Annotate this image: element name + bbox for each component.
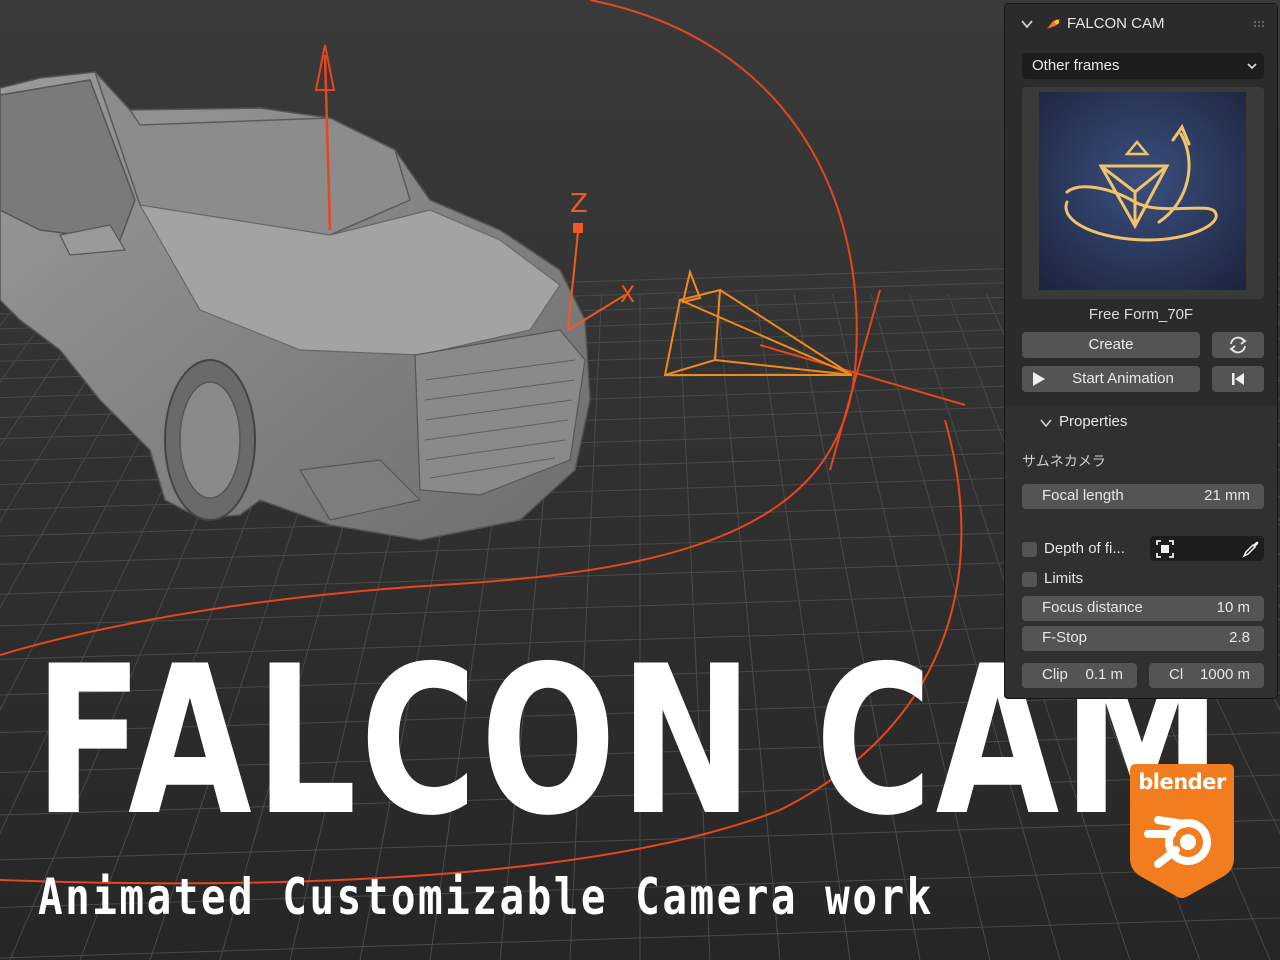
thumbnail-camera-label: サムネカメラ [1022, 453, 1106, 469]
create-button-label: Create [1088, 336, 1134, 353]
play-icon [1033, 372, 1045, 386]
clip-start-field[interactable]: Clip 0.1 m [1022, 663, 1137, 688]
chevron-down-icon [1040, 419, 1052, 428]
start-animation-button[interactable]: Start Animation [1022, 366, 1200, 392]
jump-to-start-button[interactable] [1212, 366, 1264, 392]
properties-body [1005, 440, 1277, 698]
chevron-down-icon [1247, 63, 1257, 70]
car-wheel-rim [179, 381, 241, 499]
f-stop-label: F-Stop [1042, 629, 1088, 646]
start-animation-label: Start Animation [1072, 370, 1174, 387]
focus-distance-field[interactable]: Focus distance 10 m [1022, 596, 1264, 621]
properties-label: Properties [1059, 413, 1128, 430]
jump-to-start-icon [1232, 373, 1244, 385]
clip-start-label: Clip [1042, 666, 1068, 683]
hero-subtitle: Animated Customizable Camera work [38, 868, 934, 926]
f-stop-value: 2.8 [1229, 629, 1250, 646]
f-stop-field[interactable]: F-Stop 2.8 [1022, 626, 1264, 651]
focal-length-field[interactable]: Focal length 21 mm [1022, 484, 1264, 509]
drag-grip-icon[interactable] [1253, 20, 1267, 28]
camera-path-preview-icon [1039, 92, 1246, 290]
gizmo-z-label: Z [570, 189, 588, 219]
preview-thumbnail-frame[interactable] [1022, 87, 1264, 299]
focal-length-value: 21 mm [1204, 487, 1250, 504]
blender-wordmark: blender [1138, 770, 1226, 794]
focus-distance-label: Focus distance [1042, 599, 1143, 616]
depth-of-field-label: Depth of fi... [1044, 540, 1125, 557]
focus-target-icon [1156, 540, 1174, 558]
preset-dropdown-value: Other frames [1032, 57, 1120, 74]
blender-badge: blender [1128, 762, 1236, 900]
falcon-cam-panel: FALCON CAM Other frames Free Form_70F Cr… [1004, 3, 1278, 699]
clip-start-value: 0.1 m [1085, 666, 1123, 683]
preset-dropdown[interactable]: Other frames [1022, 53, 1264, 79]
clip-end-value: 1000 m [1199, 666, 1250, 683]
focus-object-field[interactable] [1150, 536, 1264, 561]
limits-label: Limits [1044, 570, 1084, 587]
limits-checkbox[interactable] [1022, 572, 1037, 587]
gizmo-z-handle [573, 223, 583, 233]
depth-of-field-checkbox[interactable] [1022, 542, 1037, 557]
chevron-down-icon[interactable] [1019, 16, 1035, 32]
clip-end-field[interactable]: Cl 1000 m [1149, 663, 1264, 688]
refresh-icon [1229, 336, 1247, 354]
panel-header[interactable]: FALCON CAM [1005, 4, 1277, 44]
properties-section-header[interactable]: Properties [1005, 406, 1277, 440]
preview-label: Free Form_70F [1088, 306, 1194, 323]
eyedropper-icon[interactable] [1242, 540, 1260, 558]
focus-distance-value: 10 m [1216, 599, 1250, 616]
falcon-cam-icon [1047, 19, 1060, 29]
panel-title: FALCON CAM [1067, 15, 1165, 32]
focal-length-label: Focal length [1042, 487, 1124, 504]
create-button[interactable]: Create [1022, 332, 1200, 358]
refresh-button[interactable] [1212, 332, 1264, 358]
gizmo-x-label: X [620, 283, 635, 308]
clip-end-label: Cl [1169, 666, 1184, 683]
